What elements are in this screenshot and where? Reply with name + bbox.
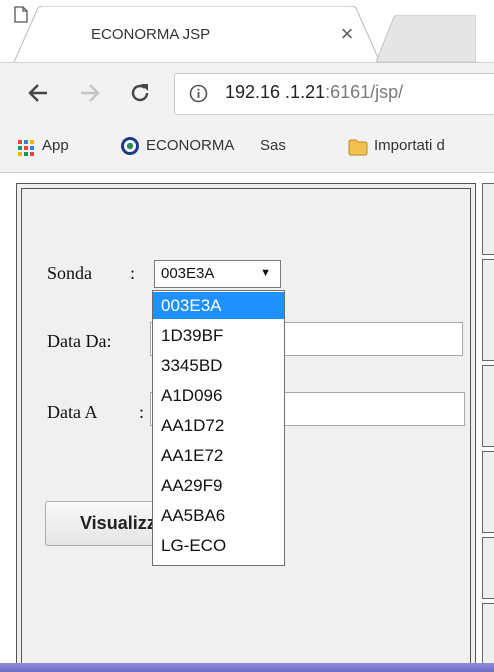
window-bottom-band [0, 663, 494, 672]
dropdown-option[interactable]: AA5BA6 [153, 502, 284, 529]
dropdown-option[interactable]: A1D096 [153, 382, 284, 409]
reload-icon [131, 84, 149, 102]
bookmark-econorma[interactable]: ECONORMA [146, 137, 234, 154]
forward-button[interactable] [74, 77, 106, 109]
visualizza-button-label: Visualizza [80, 513, 153, 533]
dropdown-option[interactable]: AA1E72 [153, 442, 284, 469]
apps-grid-icon [18, 140, 34, 156]
data-a-colon: : [139, 402, 145, 422]
sonda-selected-value: 003E3A [161, 265, 215, 282]
tab-close-icon[interactable]: × [334, 21, 360, 47]
url-host: 192.16 .1.21 [225, 82, 326, 102]
page-content: Sonda : 003E3A ▼ Data Da: Data A : Visua… [0, 173, 494, 672]
dropdown-option[interactable]: AA29F9 [153, 472, 284, 499]
dropdown-option[interactable]: LG-ECO [153, 532, 284, 559]
back-arrow-icon [28, 84, 47, 102]
browser-tab[interactable]: ECONORMA JSP × [14, 6, 384, 62]
data-da-label: Data Da: [47, 331, 112, 351]
sonda-colon: : [130, 263, 136, 283]
dropdown-option[interactable]: 3345BD [153, 352, 284, 379]
right-frame-column [476, 183, 494, 665]
browser-toolbar: 192.16 .1.21:6161/jsp/ [0, 62, 494, 125]
url-text: 192.16 .1.21:6161/jsp/ [225, 82, 403, 103]
tab-title: ECONORMA JSP [91, 26, 211, 43]
bookmark-apps[interactable]: App [42, 137, 69, 154]
tab-strip: ECONORMA JSP × [0, 0, 494, 62]
dropdown-option[interactable]: AA1D72 [153, 412, 284, 439]
new-tab-button[interactable] [376, 15, 476, 62]
econorma-logo-icon [121, 137, 139, 155]
forward-arrow-icon [81, 84, 100, 102]
bookmark-sas[interactable]: Sas [260, 137, 286, 154]
dropdown-option[interactable]: 003E3A [153, 292, 284, 319]
page-icon [14, 6, 28, 23]
sonda-select[interactable]: 003E3A ▼ [154, 260, 281, 288]
visualizza-button[interactable]: Visualizza [45, 501, 153, 546]
sonda-dropdown-list[interactable]: 003E3A 1D39BF 3345BD A1D096 AA1D72 AA1E7… [152, 290, 285, 566]
data-a-label: Data A [47, 402, 98, 422]
address-bar[interactable]: 192.16 .1.21:6161/jsp/ [174, 73, 494, 115]
url-path: /jsp/ [370, 82, 404, 102]
reload-button[interactable] [124, 77, 156, 109]
bookmark-importati[interactable]: Importati d [374, 137, 445, 154]
dropdown-option[interactable]: 1D39BF [153, 322, 284, 349]
sonda-label: Sonda [47, 263, 92, 283]
site-info-icon[interactable] [189, 84, 208, 103]
bookmarks-bar: App ECONORMA Sas Importati d [0, 124, 494, 173]
dropdown-arrow-icon: ▼ [260, 267, 271, 279]
url-port: :6161 [325, 82, 371, 102]
back-button[interactable] [22, 77, 54, 109]
folder-icon [348, 139, 368, 156]
